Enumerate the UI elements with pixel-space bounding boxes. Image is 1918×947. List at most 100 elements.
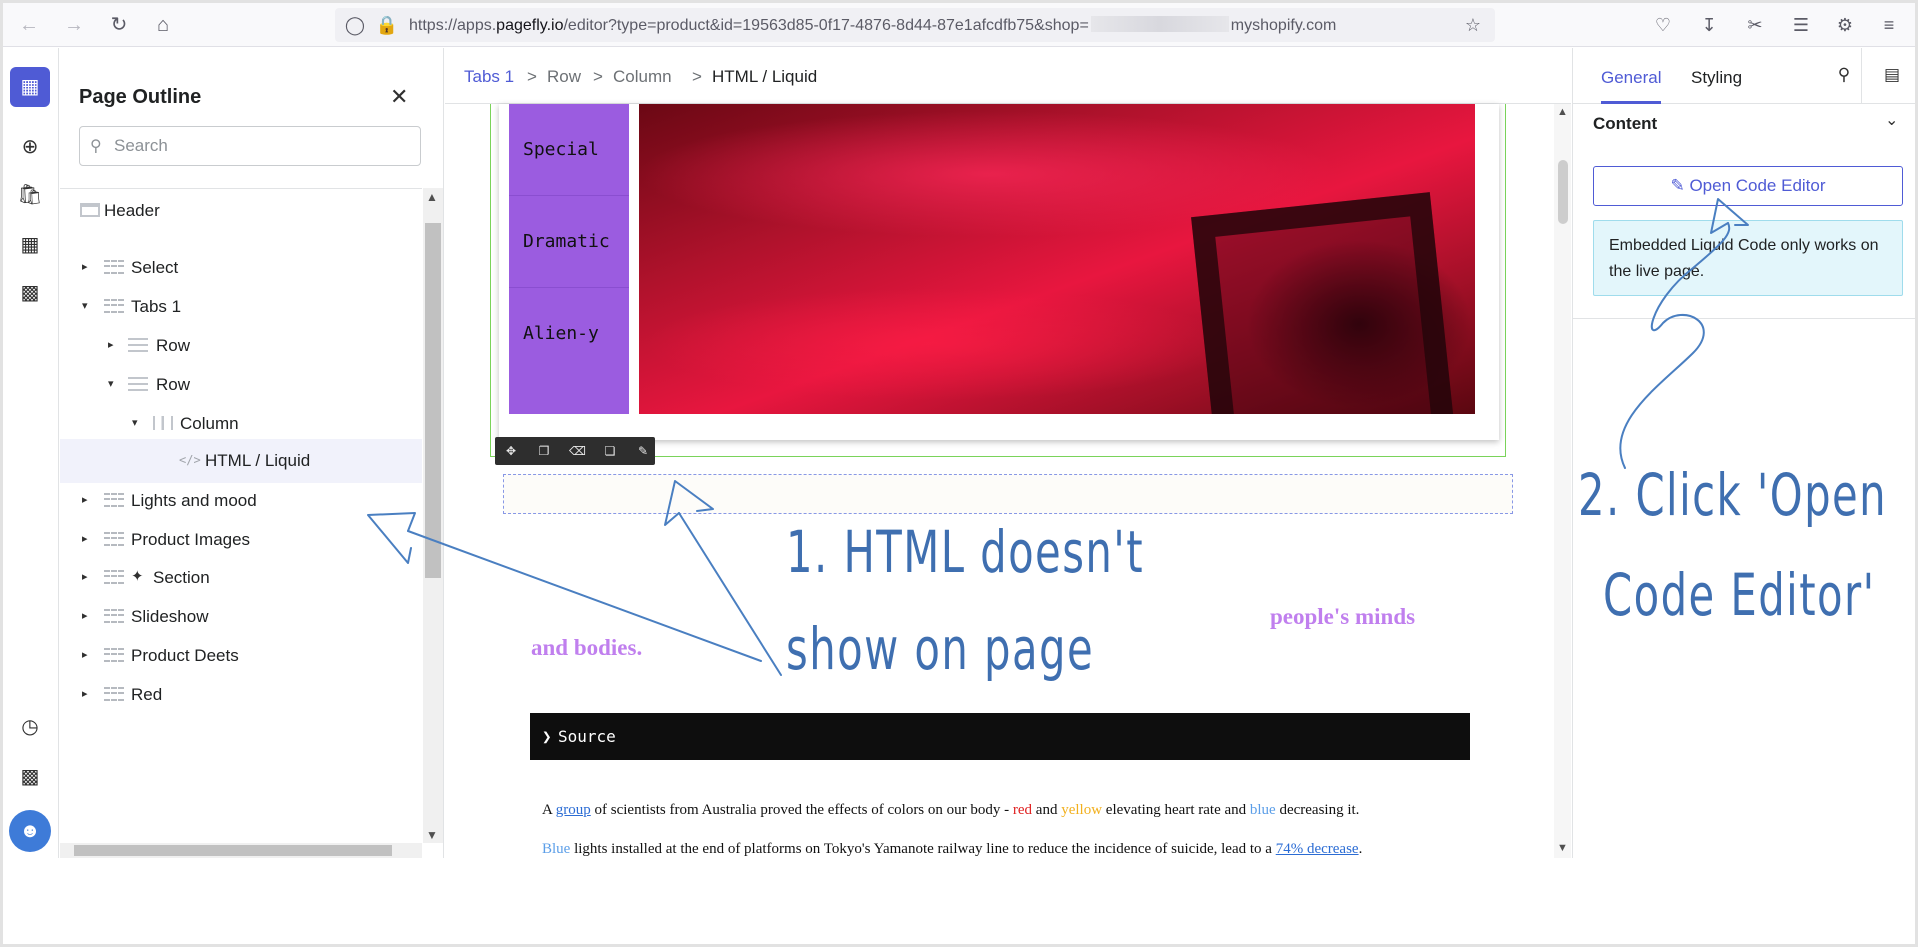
history-icon[interactable]: ◷ (17, 714, 43, 740)
open-code-editor-button[interactable]: ✎ Open Code Editor (1593, 166, 1903, 206)
collapse-caret-icon[interactable]: ▾ (82, 299, 94, 312)
expand-caret-icon[interactable]: ▸ (82, 260, 94, 273)
source-label: Source (558, 727, 616, 746)
page-icon[interactable]: ▤ (1881, 64, 1903, 86)
delete-icon[interactable]: ⌫ (569, 443, 586, 459)
tree-item-row[interactable]: ▾ Row (60, 363, 422, 407)
column-icon (153, 416, 173, 430)
forward-icon[interactable]: → (60, 11, 88, 39)
scrollbar-thumb[interactable] (74, 845, 392, 856)
screenshot-icon[interactable]: ✂ (1743, 13, 1767, 37)
menu-icon[interactable]: ≡ (1877, 13, 1901, 37)
outline-tree-icon[interactable]: ▦ (10, 67, 50, 107)
tree-item-select[interactable]: ▸ Select (60, 246, 422, 290)
tab-alien-y[interactable]: Alien-y (509, 288, 629, 380)
tree-item-product-deets[interactable]: ▸ Product Deets (60, 634, 422, 678)
expand-caret-icon[interactable]: ▸ (82, 648, 94, 661)
breadcrumb-item[interactable]: Tabs 1 (464, 67, 514, 87)
breadcrumb-separator: > (527, 67, 537, 86)
html-liquid-element[interactable] (503, 474, 1513, 514)
tree-item-html-liquid[interactable]: </> HTML / Liquid (60, 439, 422, 483)
back-icon[interactable]: ← (15, 11, 43, 39)
active-tab-indicator (1601, 101, 1661, 104)
outline-search-input[interactable] (114, 135, 414, 157)
library-icon[interactable]: ☰ (1789, 13, 1813, 37)
collapse-caret-icon[interactable]: ▾ (108, 377, 120, 390)
outline-search[interactable]: ⚲ (79, 126, 421, 166)
block-icon (104, 260, 124, 274)
expand-caret-icon[interactable]: ▸ (108, 338, 120, 351)
scroll-down-icon[interactable]: ▼ (426, 828, 438, 842)
tree-item-slideshow[interactable]: ▸ Slideshow (60, 595, 422, 639)
copy-icon[interactable]: ❏ (602, 443, 618, 459)
body-text-left: and bodies. (531, 635, 643, 660)
search-icon[interactable]: ⚲ (1833, 64, 1855, 86)
shield-icon[interactable]: ◯ (343, 13, 367, 37)
sections-grid-icon[interactable]: ▦ (17, 232, 43, 258)
expand-caret-icon[interactable]: ▸ (82, 493, 94, 506)
block-icon (104, 299, 124, 313)
style-brush-icon[interactable]: ✎ (635, 443, 651, 459)
address-bar[interactable]: ◯ 🔒 https://apps.pagefly.io/editor?type=… (335, 8, 1495, 42)
add-element-icon[interactable]: ⊕ (17, 134, 43, 160)
scrollbar-thumb[interactable] (425, 223, 441, 578)
close-icon[interactable]: ✕ (390, 84, 408, 110)
group-link[interactable]: group (556, 802, 591, 818)
expand-caret-icon[interactable]: ▸ (82, 532, 94, 545)
url-text[interactable]: https://apps.pagefly.io/editor?type=prod… (409, 16, 1336, 35)
pocket-icon[interactable]: ♡ (1651, 13, 1675, 37)
breadcrumb-item[interactable]: Row (547, 67, 581, 87)
tabs-element[interactable]: Special Dramatic Alien-y (490, 104, 1506, 457)
page-outline-panel: Page Outline ✕ ⚲ Header ▸ Select ▾ Tabs … (60, 48, 444, 858)
collapse-caret-icon[interactable]: ▾ (132, 416, 144, 429)
chevron-down-icon[interactable]: ⌄ (1885, 110, 1898, 130)
divider (1861, 48, 1862, 104)
content-section-title[interactable]: Content (1593, 114, 1657, 134)
tree-item-row[interactable]: ▸ Row (60, 324, 422, 368)
inspector-tabs: General Styling ⚲ ▤ (1573, 48, 1915, 104)
scrollbar-thumb[interactable] (1558, 160, 1568, 224)
expand-caret-icon[interactable]: ▸ (82, 687, 94, 700)
tree-item-lights-and-mood[interactable]: ▸ Lights and mood (60, 479, 422, 523)
scroll-up-icon[interactable]: ▲ (426, 190, 438, 204)
tree-item-red[interactable]: ▸ Red (60, 673, 422, 717)
breadcrumb-item[interactable]: Column (613, 67, 672, 87)
source-accordion[interactable]: ❯ Source (530, 713, 1470, 760)
tabs-card: Special Dramatic Alien-y (499, 104, 1499, 440)
tab-special[interactable]: Special (509, 104, 629, 196)
duplicate-icon[interactable]: ❐ (536, 443, 552, 459)
download-icon[interactable]: ↧ (1697, 13, 1721, 37)
home-icon[interactable]: ⌂ (149, 11, 177, 39)
tab-dramatic[interactable]: Dramatic (509, 196, 629, 288)
bookmark-star-icon[interactable]: ☆ (1461, 13, 1485, 37)
canvas-scrollbar[interactable]: ▲ ▼ (1554, 104, 1571, 858)
tree-item-tabs-1[interactable]: ▾ Tabs 1 (60, 285, 422, 329)
outline-horizontal-scrollbar[interactable] (60, 843, 422, 858)
tab-general[interactable]: General (1601, 68, 1661, 88)
avatar[interactable]: ☻ (9, 810, 51, 852)
tab-image (639, 104, 1475, 414)
screenshot-frame: ← → ↻ ⌂ ◯ 🔒 https://apps.pagefly.io/edit… (0, 0, 1918, 947)
block-icon (104, 609, 124, 623)
tree-item-header[interactable]: Header (60, 189, 422, 233)
tab-styling[interactable]: Styling (1691, 68, 1742, 88)
annotation-note-1: 1. HTML doesn't (786, 518, 1145, 586)
block-icon (104, 570, 124, 584)
shopify-icon[interactable]: 🛍 (17, 182, 43, 208)
add-section-icon[interactable]: ▩ (17, 280, 43, 306)
breadcrumb-item[interactable]: HTML / Liquid (712, 67, 817, 87)
decrease-link[interactable]: 74% decrease (1276, 841, 1359, 857)
scroll-up-icon[interactable]: ▲ (1557, 106, 1568, 118)
expand-caret-icon[interactable]: ▸ (82, 609, 94, 622)
outline-scrollbar[interactable]: ▲ ▼ (423, 188, 443, 843)
expand-caret-icon[interactable]: ▸ (82, 570, 94, 583)
row-icon (128, 338, 148, 352)
move-icon[interactable]: ✥ (503, 443, 519, 459)
annotation-note-2: 2. Click 'Open (1578, 461, 1888, 529)
terminal-icon[interactable]: ▩ (17, 764, 43, 790)
reload-icon[interactable]: ↻ (105, 11, 133, 39)
extension-icon[interactable]: ⚙ (1833, 13, 1857, 37)
body-text-right: people's minds (1270, 604, 1416, 629)
tree-item-section[interactable]: ▸ ✦ Section (60, 556, 422, 600)
scroll-down-icon[interactable]: ▼ (1557, 842, 1568, 854)
